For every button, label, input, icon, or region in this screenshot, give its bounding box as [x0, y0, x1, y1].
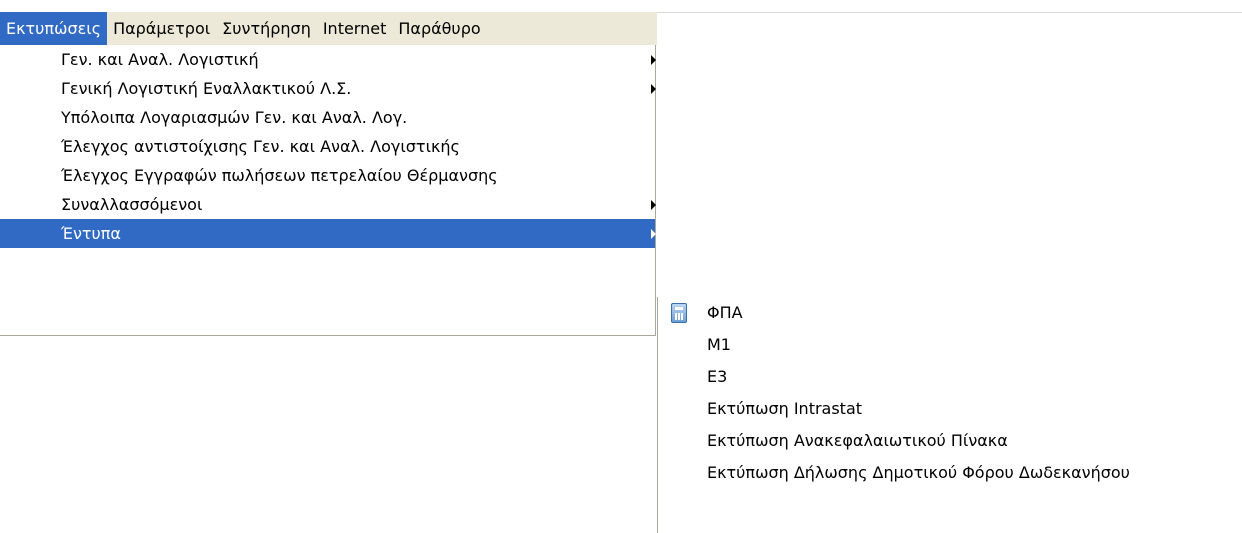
menu-item-general-accounting-alt[interactable]: Γενική Λογιστική Εναλλακτικού Λ.Σ. — [0, 74, 656, 103]
submenu-arrow-icon — [651, 84, 656, 94]
menu-item-label: Έντυπα — [61, 224, 121, 243]
calculator-icon — [671, 303, 687, 323]
submenu-item-label: Εκτύπωση Intrastat — [707, 399, 863, 418]
menubar-item-parameters[interactable]: Παράμετροι — [107, 12, 216, 45]
menubar-item-printouts[interactable]: Εκτυπώσεις — [0, 12, 108, 45]
menubar-item-window[interactable]: Παράθυρο — [392, 12, 486, 45]
submenu-item-e3[interactable]: Ε3 — [658, 361, 1242, 393]
menu-item-label: Έλεγχος Εγγραφών πωλήσεων πετρελαίου Θέρ… — [61, 166, 498, 185]
menu-item-label: Υπόλοιπα Λογαριασμών Γεν. και Αναλ. Λογ. — [61, 108, 408, 127]
submenu-arrow-icon — [651, 55, 656, 65]
submenu-item-label: Ε3 — [707, 367, 728, 386]
submenu-item-intrastat[interactable]: Εκτύπωση Intrastat — [658, 393, 1242, 425]
submenu-item-label: Μ1 — [707, 335, 731, 354]
submenu-item-vat[interactable]: ΦΠΑ — [658, 297, 1242, 329]
submenu-item-label: ΦΠΑ — [707, 303, 743, 322]
menu-item-label: Συναλλασσόμενοι — [61, 195, 203, 214]
submenu-item-summary-table[interactable]: Εκτύπωση Ανακεφαλαιωτικού Πίνακα — [658, 425, 1242, 457]
menu-item-general-analytical-accounting[interactable]: Γεν. και Αναλ. Λογιστική — [0, 45, 656, 74]
menubar-item-internet[interactable]: Internet — [317, 12, 393, 45]
menu-item-heating-oil-sales-check[interactable]: Έλεγχος Εγγραφών πωλήσεων πετρελαίου Θέρ… — [0, 161, 655, 190]
menu-item-matching-check[interactable]: Έλεγχος αντιστοίχισης Γεν. και Αναλ. Λογ… — [0, 132, 655, 161]
menu-item-label: Έλεγχος αντιστοίχισης Γεν. και Αναλ. Λογ… — [61, 137, 460, 156]
submenu-item-m1[interactable]: Μ1 — [658, 329, 1242, 361]
submenu-arrow-icon — [651, 229, 656, 239]
menu-item-label: Γεν. και Αναλ. Λογιστική — [61, 50, 259, 69]
forms-submenu: ΦΠΑ Μ1 Ε3 Εκτύπωση Intrastat Εκτύπωση Αν… — [657, 297, 1242, 533]
menu-item-forms[interactable]: Έντυπα — [0, 219, 656, 248]
submenu-item-label: Εκτύπωση Ανακεφαλαιωτικού Πίνακα — [707, 431, 1008, 450]
submenu-item-dodecanese-municipal-tax[interactable]: Εκτύπωση Δήλωσης Δημοτικού Φόρου Δωδεκαν… — [658, 457, 1242, 489]
window-edge-line — [657, 12, 1242, 13]
menu-item-account-balances[interactable]: Υπόλοιπα Λογαριασμών Γεν. και Αναλ. Λογ. — [0, 103, 655, 132]
submenu-arrow-icon — [651, 200, 656, 210]
printouts-dropdown-menu: Γεν. και Αναλ. Λογιστική Γενική Λογιστικ… — [0, 45, 656, 336]
menu-item-counterparties[interactable]: Συναλλασσόμενοι — [0, 190, 656, 219]
submenu-item-label: Εκτύπωση Δήλωσης Δημοτικού Φόρου Δωδεκαν… — [707, 463, 1130, 482]
menubar-item-maintenance[interactable]: Συντήρηση — [216, 12, 317, 45]
menu-item-label: Γενική Λογιστική Εναλλακτικού Λ.Σ. — [61, 79, 352, 98]
menubar: Εκτυπώσεις Παράμετροι Συντήρηση Internet… — [0, 12, 657, 45]
